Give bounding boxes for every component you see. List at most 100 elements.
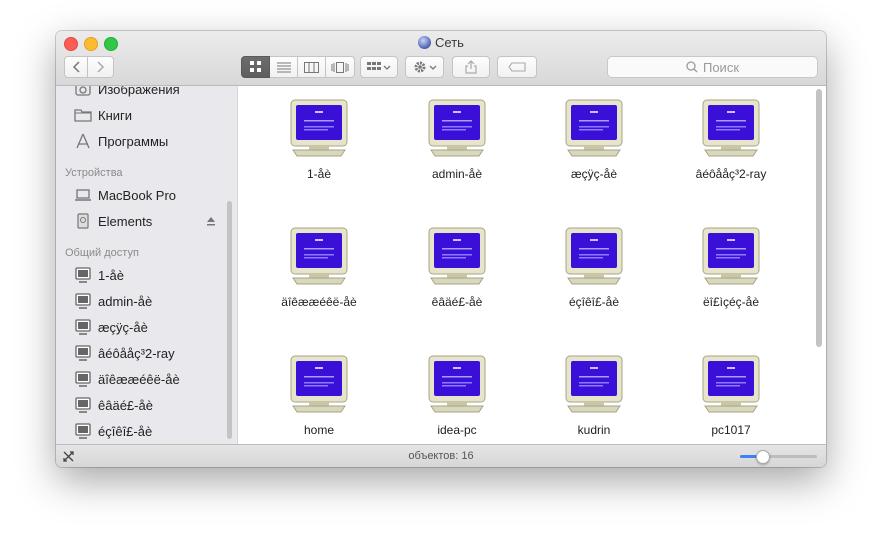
computer-monitor-icon [565, 355, 623, 413]
sidebar-scrollbar[interactable] [227, 201, 232, 439]
file-label: êâäé£-åè [431, 295, 483, 309]
computer-monitor-icon [702, 227, 760, 285]
computer-monitor-icon [428, 227, 486, 285]
search-field[interactable]: Поиск [607, 56, 818, 78]
sidebar-item-applications[interactable]: Программы [56, 130, 237, 152]
monitor-icon [75, 319, 91, 335]
tag-icon [508, 62, 526, 72]
status-bar: объектов: 16 [56, 444, 826, 467]
title-bar: Сеть Поиск [56, 31, 826, 86]
file-label: æçÿç-åè [570, 167, 617, 181]
computer-monitor-icon [565, 99, 623, 157]
file-label: äîêææéêë-åè [281, 295, 357, 309]
network-computer-item[interactable]: 1-åè [254, 98, 384, 181]
sidebar-item-shared-host[interactable]: éçîêî£-åè [56, 420, 237, 442]
share-icon [465, 60, 477, 74]
camera-icon [75, 86, 91, 96]
sidebar-item-label: éçîêî£-åè [98, 423, 153, 439]
icon-view-button[interactable] [241, 56, 270, 78]
action-menu-button[interactable] [405, 56, 444, 78]
gear-icon [414, 61, 436, 73]
grid-icon [249, 61, 261, 72]
sidebar-item-label: Программы [98, 133, 169, 149]
sidebar: Изображения Книги Программы Устройства M… [56, 86, 238, 444]
network-computer-item[interactable]: éçîêî£-åè [529, 226, 659, 309]
list-view-button[interactable] [270, 56, 298, 78]
monitor-icon [75, 345, 91, 361]
cover-flow-button[interactable] [326, 56, 355, 78]
computer-monitor-icon [428, 355, 486, 413]
file-label: idea-pc [437, 423, 477, 437]
sidebar-item-label: admin-åè [98, 293, 153, 309]
sidebar-item-label: äîêææéêë-åè [98, 371, 180, 387]
computer-monitor-icon [702, 99, 760, 157]
network-computer-item[interactable]: äîêææéêë-åè [254, 226, 384, 309]
computer-monitor-icon [702, 355, 760, 413]
network-computer-item[interactable]: pc1017 [666, 354, 796, 437]
network-computer-item[interactable]: ëî£ìçéç-åè [666, 226, 796, 309]
slider-knob[interactable] [755, 450, 770, 464]
search-placeholder: Поиск [702, 59, 740, 75]
file-label: ëî£ìçéç-åè [702, 295, 760, 309]
computer-monitor-icon [290, 227, 348, 285]
sidebar-item-pictures[interactable]: Изображения [56, 86, 237, 100]
file-label: 1-åè [306, 167, 332, 181]
computer-monitor-icon [290, 355, 348, 413]
sidebar-item-label: MacBook Pro [98, 187, 177, 203]
share-button[interactable] [452, 56, 490, 78]
columns-icon [304, 61, 319, 73]
network-computer-item[interactable]: êâäé£-åè [392, 226, 522, 309]
sidebar-section-devices: Устройства [65, 167, 123, 179]
monitor-icon [75, 397, 91, 413]
sidebar-item-label: Книги [98, 107, 133, 123]
folder-icon [74, 109, 92, 122]
arrange-menu-button[interactable] [360, 56, 398, 78]
file-label: home [303, 423, 335, 437]
chevron-left-icon [72, 61, 80, 73]
window-title-text: Сеть [435, 35, 464, 50]
finder-window: Сеть Поиск Изображения Книги Программы У… [56, 31, 826, 467]
arrange-grid-icon [367, 61, 391, 70]
network-computer-item[interactable]: admin-åè [392, 98, 522, 181]
drive-icon [77, 213, 89, 229]
computer-monitor-icon [428, 99, 486, 157]
window-title: Сеть [56, 35, 826, 50]
network-computer-item[interactable]: âéôååç³2-ray [666, 98, 796, 181]
sidebar-item-shared-host[interactable]: êâäé£-åè [56, 394, 237, 416]
sidebar-item-books[interactable]: Книги [56, 104, 237, 126]
column-view-button[interactable] [298, 56, 326, 78]
network-computer-item[interactable]: æçÿç-åè [529, 98, 659, 181]
sidebar-section-shared: Общий доступ [65, 247, 139, 259]
network-computer-item[interactable]: idea-pc [392, 354, 522, 437]
sidebar-item-elements[interactable]: Elements [56, 210, 237, 232]
network-computer-item[interactable]: kudrin [529, 354, 659, 437]
file-label: pc1017 [711, 423, 751, 437]
monitor-icon [75, 371, 91, 387]
icon-size-slider[interactable] [740, 450, 817, 464]
sidebar-item-shared-host[interactable]: admin-åè [56, 290, 237, 312]
computer-monitor-icon [565, 227, 623, 285]
network-globe-icon [418, 36, 432, 49]
monitor-icon [75, 267, 91, 283]
sidebar-item-shared-host[interactable]: âéôååç³2-ray [56, 342, 237, 364]
forward-button[interactable] [88, 56, 114, 78]
cover-flow-icon [331, 61, 349, 73]
file-label: kudrin [577, 423, 611, 437]
sidebar-item-shared-host[interactable]: æçÿç-åè [56, 316, 237, 338]
monitor-icon [75, 293, 91, 309]
sidebar-item-shared-host[interactable]: 1-åè [56, 264, 237, 286]
content-scrollbar[interactable] [816, 89, 822, 347]
sidebar-item-label: Изображения [98, 86, 180, 97]
back-button[interactable] [64, 56, 88, 78]
file-label: éçîêî£-åè [568, 295, 620, 309]
network-computer-item[interactable]: home [254, 354, 384, 437]
file-grid: 1-åè admin-åè æçÿç-åè âéôååç³2-ray äîêææéêë-… [238, 86, 826, 444]
applications-icon [76, 133, 90, 149]
sidebar-item-shared-host[interactable]: äîêææéêë-åè [56, 368, 237, 390]
item-count: объектов: 16 [408, 450, 474, 462]
sidebar-item-macbook-pro[interactable]: MacBook Pro [56, 184, 237, 206]
eject-icon[interactable] [206, 216, 216, 226]
tag-button[interactable] [497, 56, 537, 78]
search-icon [686, 61, 698, 73]
monitor-icon [75, 423, 91, 439]
